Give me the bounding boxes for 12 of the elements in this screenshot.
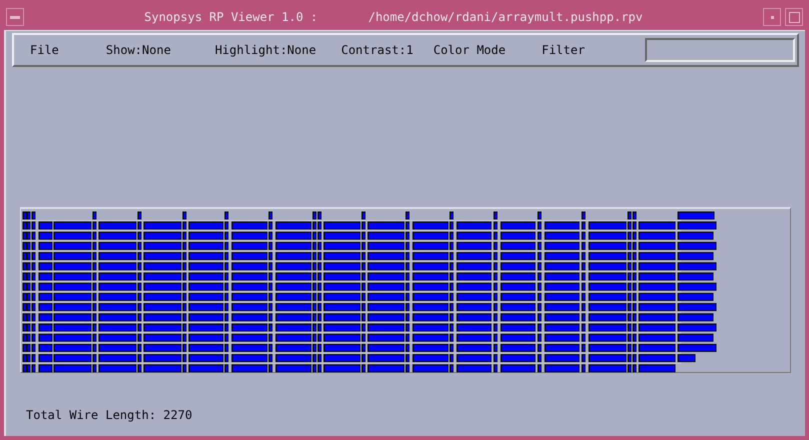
filter-label: Filter [542, 42, 585, 59]
menu-item[interactable]: Color Mode [433, 41, 506, 59]
window-menu-button[interactable] [6, 8, 24, 26]
menu-item[interactable]: Show:None [106, 41, 171, 59]
menu-item[interactable]: Contrast:1 [341, 41, 414, 59]
total-wire-length: Total Wire Length: 2270 [26, 407, 192, 424]
minimize-button[interactable] [763, 8, 781, 26]
menu-item[interactable]: File [30, 41, 59, 59]
filter-field[interactable] [645, 38, 795, 62]
maximize-button[interactable] [785, 8, 803, 26]
window-title: Synopsys RP Viewer 1.0 : /home/dchow/rdani/arraymult.pushpp.rpv [143, 9, 644, 26]
menu-item[interactable]: Highlight:None [214, 41, 316, 59]
